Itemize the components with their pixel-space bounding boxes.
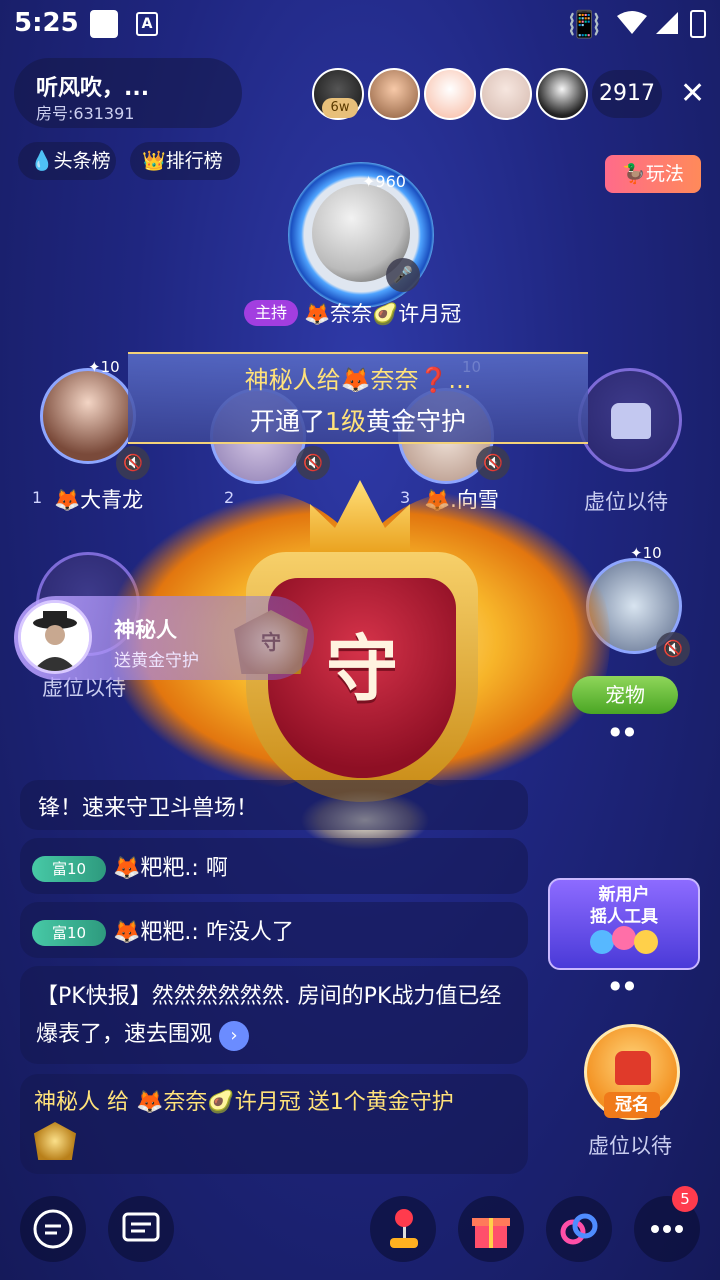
room-name: 听风吹，... [36,76,150,101]
ranking-chip[interactable]: 👑排行榜 [130,142,240,180]
balls-icon [586,926,662,956]
chair-icon [611,403,651,439]
headlines-label: 头条榜 [53,150,111,172]
chat-message[interactable]: 富10 🦊粑粑.: 啊 [20,838,528,894]
host-name: 🦊奈奈🥑许月冠 [304,302,462,326]
page-dots: ● ● [610,978,635,992]
banner-line-1: 神秘人给🦊奈奈❓... [244,366,472,394]
seat-number-1: 1 [32,488,43,507]
sender-name: 神秘人 [114,618,177,642]
wifi-icon [616,10,648,43]
sender-subtitle: 送黄金守护 [114,651,199,671]
chevron-right-icon[interactable]: › [219,1021,250,1051]
status-bar: 5:25 A 📳 [0,0,720,50]
gift-message[interactable]: 神秘人 给 🦊奈奈🥑许月冠 送1个黄金守护 [20,1074,528,1174]
mic-muted-icon: 🔇 [296,446,330,480]
vibrate-icon: 📳 [568,10,601,40]
signal-icon [654,10,680,43]
link-icon[interactable] [546,1196,612,1262]
chat-user: 🦊粑粑.: [113,856,199,881]
audience-avatar[interactable] [368,68,420,120]
notification-badge: 5 [672,1186,698,1212]
chat-user: 🦊粑粑.: [113,920,199,945]
host-tag: 主持 [244,300,298,326]
audience-avatar[interactable] [480,68,532,120]
audience-avatar[interactable] [424,68,476,120]
pk-news-message[interactable]: 【PK快报】然然然然然然. 房间的PK战力值已经爆表了，速去围观 › [20,966,528,1064]
play-button[interactable]: 🦆玩法 [605,155,701,193]
mic-icon: 🎤 [386,258,420,292]
status-time: 5:25 [14,8,79,38]
play-label: 玩法 [645,163,684,185]
empty-seat[interactable] [578,368,682,472]
seat-heat-right: ✦10 [630,544,662,562]
joystick-icon[interactable] [370,1196,436,1262]
chat-bubble-icon[interactable] [20,1196,86,1262]
guard-gift-icon [34,1122,76,1160]
duck-icon: 🦆 [622,163,646,185]
guard-banner: 神秘人给🦊奈奈❓... 开通了1级黄金守护 [128,352,588,444]
audience-avatar[interactable] [536,68,588,120]
rich-level-badge: 富10 [32,920,106,946]
host-heat: ✦960 [362,172,406,191]
message-icon[interactable] [108,1196,174,1262]
chat-text: 啊 [205,856,228,881]
room-id: 房号:631391 [36,104,135,123]
audience-badge: 6w [322,98,358,118]
crown-seat-label: 虚位以待 [588,1134,672,1158]
drop-icon: 💧 [30,150,54,172]
notification-icon [90,10,118,38]
mic-muted-icon: 🔇 [476,446,510,480]
battery-icon [690,10,706,38]
rich-level-badge: 富10 [32,856,106,882]
headlines-chip[interactable]: 💧头条榜 [18,142,116,180]
crown-icon [310,480,410,560]
empty-seat-label: 虚位以待 [584,490,668,514]
banner-line-2: 开通了1级黄金守护 [250,407,466,436]
promo-text: 新用户 摇人工具 [590,885,658,927]
seat-name-1: 🦊大青龙 [54,488,144,512]
sender-avatar [18,600,92,674]
pet-button[interactable]: 宠物 [572,676,678,714]
mic-muted-icon: 🔇 [116,446,150,480]
crown-tag: 冠名 [604,1092,660,1118]
sofa-icon [615,1051,651,1085]
audience-count[interactable]: 2917 [592,70,662,118]
ranking-label: 排行榜 [165,150,223,172]
close-icon[interactable]: ✕ [680,76,705,111]
chat-text: 咋没人了 [205,920,294,945]
chat-message[interactable]: 富10 🦊粑粑.: 咋没人了 [20,902,528,958]
mic-muted-icon: 🔇 [656,632,690,666]
crown-icon: 👑 [142,150,166,172]
gift-icon[interactable] [458,1196,524,1262]
page-dots: ● ● [610,724,635,738]
seat-heat-1: ✦10 [88,358,120,376]
a-notification-icon: A [136,12,158,36]
chat-message[interactable]: 锋！速来守卫斗兽场！ [20,780,528,830]
